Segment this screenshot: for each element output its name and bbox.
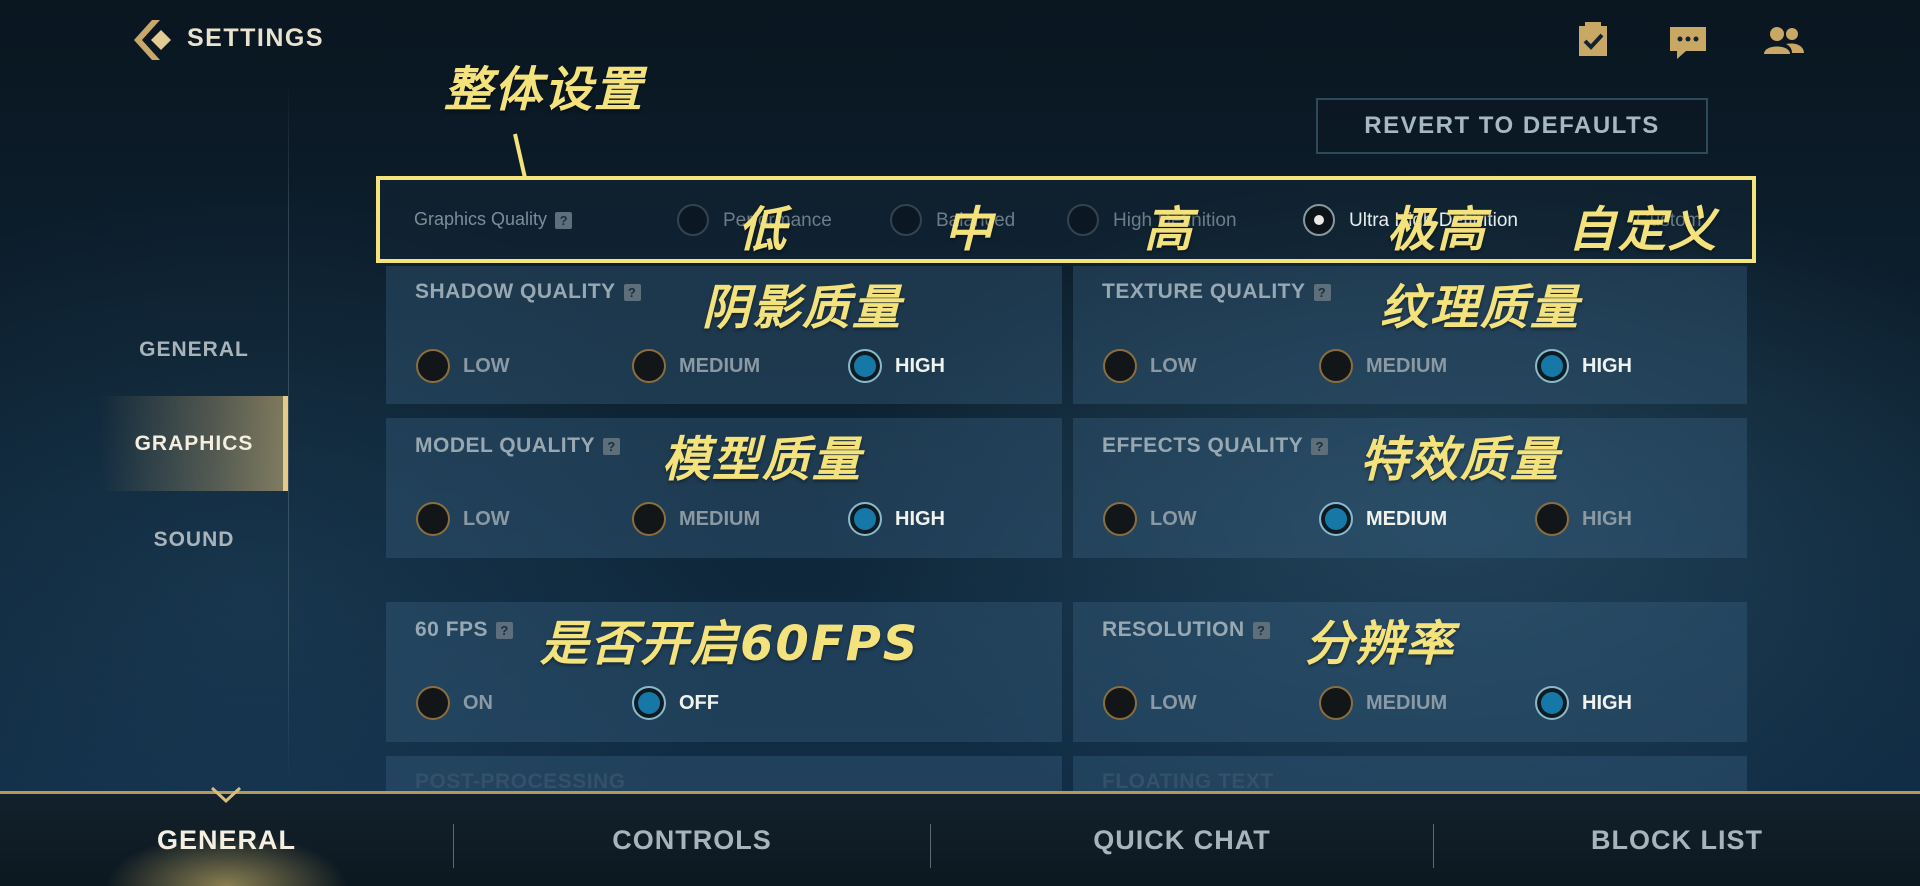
resolution-title: RESOLUTION? [1102, 618, 1270, 642]
effects-quality-title: EFFECTS QUALITY? [1102, 434, 1329, 458]
sidebar-item-general[interactable]: GENERAL [100, 320, 288, 380]
bottom-tab-block-list[interactable]: BLOCK LIST [1434, 794, 1920, 886]
resolution-high-radio[interactable] [1535, 686, 1569, 720]
model-low-radio[interactable] [416, 502, 450, 536]
annotation-texture: 纹理质量 [1380, 280, 1581, 336]
effects-quality-title-text: EFFECTS QUALITY [1102, 434, 1304, 457]
shadow-quality-title: SHADOW QUALITY? [415, 280, 641, 304]
sidebar-item-sound[interactable]: SOUND [100, 510, 288, 570]
help-icon[interactable]: ? [1311, 437, 1329, 455]
chat-icon [1670, 27, 1706, 59]
resolution-medium-radio[interactable] [1319, 686, 1353, 720]
bottom-nav: GENERAL CONTROLS QUICK CHAT BLOCK LIST [0, 791, 1920, 886]
chevron-left-logo-icon [134, 20, 171, 60]
model-medium-radio[interactable] [632, 502, 666, 536]
annotation-shadow: 阴影质量 [702, 280, 903, 336]
friends-button[interactable] [1762, 22, 1806, 62]
checklist-icon [1579, 22, 1607, 56]
texture-low-label: LOW [1150, 355, 1197, 377]
fps-off-radio[interactable] [632, 686, 666, 720]
annotation-model: 模型质量 [662, 432, 863, 488]
sidebar-divider [288, 80, 289, 785]
sidebar-item-graphics[interactable]: GRAPHICS [100, 396, 288, 491]
texture-high-label: HIGH [1582, 355, 1632, 377]
shadow-quality-title-text: SHADOW QUALITY [415, 280, 616, 303]
annotation-high: 高 [1144, 202, 1195, 258]
texture-medium-radio[interactable] [1319, 349, 1353, 383]
texture-quality-title-text: TEXTURE QUALITY [1102, 280, 1306, 303]
fps-on-label: ON [463, 692, 493, 714]
model-high-radio[interactable] [848, 502, 882, 536]
active-tab-indicator-icon [210, 786, 242, 804]
effects-medium-label: MEDIUM [1366, 508, 1448, 530]
shadow-medium-label: MEDIUM [679, 355, 761, 377]
quality-radio-ultra-high-definition[interactable] [1303, 204, 1335, 236]
texture-medium-label: MEDIUM [1366, 355, 1448, 377]
fps-title-text: 60 FPS [415, 618, 489, 641]
bottom-tab-general[interactable]: GENERAL [0, 794, 453, 886]
annotation-pointer [513, 133, 527, 179]
help-icon[interactable]: ? [1313, 283, 1331, 301]
shadow-low-label: LOW [463, 355, 510, 377]
graphics-quality-bar [376, 176, 1756, 263]
help-icon[interactable]: ? [555, 211, 573, 229]
annotation-resolution: 分辨率 [1305, 616, 1456, 672]
checklist-button[interactable] [1571, 20, 1615, 60]
fps-off-label: OFF [679, 692, 719, 714]
graphics-quality-label: Graphics Quality? [414, 209, 573, 230]
help-icon[interactable]: ? [1252, 621, 1270, 639]
friends-icon [1764, 27, 1804, 54]
model-high-label: HIGH [895, 508, 945, 530]
texture-high-radio[interactable] [1535, 349, 1569, 383]
quality-radio-balanced[interactable] [890, 204, 922, 236]
effects-high-radio[interactable] [1535, 502, 1569, 536]
shadow-low-radio[interactable] [416, 349, 450, 383]
fps-on-radio[interactable] [416, 686, 450, 720]
help-icon[interactable]: ? [496, 621, 514, 639]
revert-to-defaults-button[interactable]: REVERT TO DEFAULTS [1316, 98, 1708, 154]
model-quality-title-text: MODEL QUALITY [415, 434, 595, 457]
annotation-fps: 是否开启60FPS [540, 616, 920, 672]
texture-low-radio[interactable] [1103, 349, 1137, 383]
resolution-high-label: HIGH [1582, 692, 1632, 714]
resolution-low-radio[interactable] [1103, 686, 1137, 720]
texture-quality-title: TEXTURE QUALITY? [1102, 280, 1331, 304]
shadow-high-label: HIGH [895, 355, 945, 377]
annotation-overall: 整体设置 [444, 62, 645, 118]
back-button[interactable] [130, 18, 175, 62]
graphics-quality-label-text: Graphics Quality [414, 209, 548, 229]
resolution-low-label: LOW [1150, 692, 1197, 714]
resolution-title-text: RESOLUTION [1102, 618, 1245, 641]
bottom-tab-quick-chat[interactable]: QUICK CHAT [931, 794, 1433, 886]
chat-button[interactable] [1666, 22, 1710, 62]
shadow-high-radio[interactable] [848, 349, 882, 383]
fps-title: 60 FPS? [415, 618, 514, 642]
model-medium-label: MEDIUM [679, 508, 761, 530]
quality-radio-high-definition[interactable] [1067, 204, 1099, 236]
effects-medium-radio[interactable] [1319, 502, 1353, 536]
annotation-mid: 中 [944, 202, 995, 258]
model-low-label: LOW [463, 508, 510, 530]
annotation-custom: 自定义 [1568, 202, 1719, 258]
shadow-medium-radio[interactable] [632, 349, 666, 383]
annotation-low: 低 [738, 202, 789, 258]
help-icon[interactable]: ? [602, 437, 620, 455]
effects-low-radio[interactable] [1103, 502, 1137, 536]
quality-radio-performance[interactable] [677, 204, 709, 236]
effects-high-label: HIGH [1582, 508, 1632, 530]
page-title: SETTINGS [187, 24, 325, 52]
bottom-tab-controls[interactable]: CONTROLS [454, 794, 930, 886]
annotation-ultra: 极高 [1387, 202, 1488, 258]
model-quality-title: MODEL QUALITY? [415, 434, 620, 458]
help-icon[interactable]: ? [623, 283, 641, 301]
effects-low-label: LOW [1150, 508, 1197, 530]
annotation-effects: 特效质量 [1360, 432, 1561, 488]
resolution-medium-label: MEDIUM [1366, 692, 1448, 714]
